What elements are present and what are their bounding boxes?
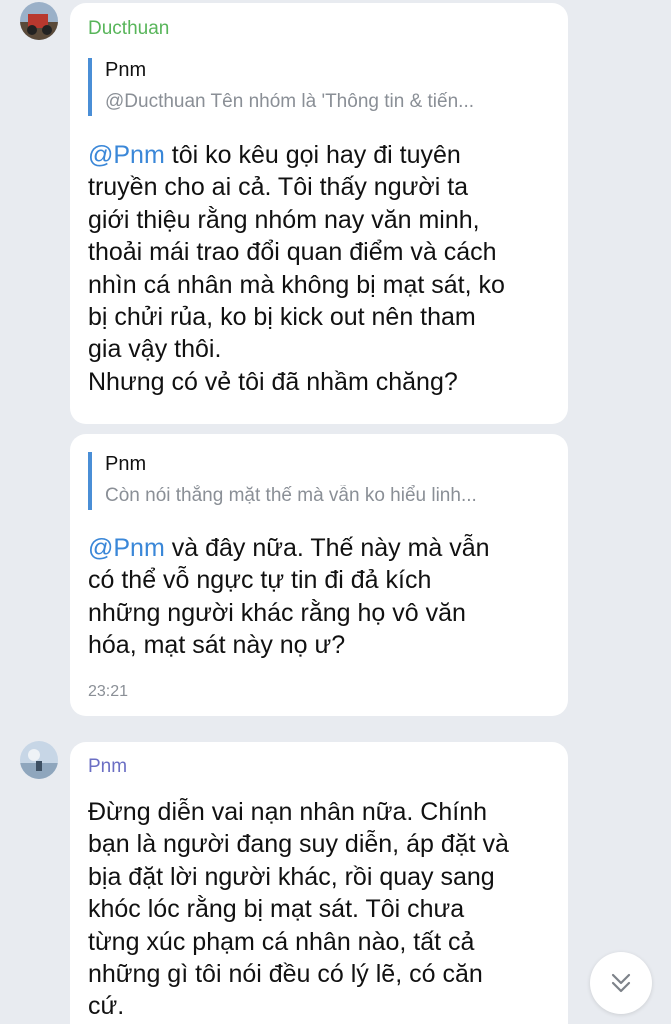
reply-author: Pnm [105, 453, 147, 475]
reply-quote[interactable]: Pnm Còn nói thẳng mặt thế mà vẫn ko hiểu… [88, 452, 538, 510]
message-line: có thể vỗ ngực tự tin đi đả kích [88, 566, 432, 595]
message-line: thoải mái trao đổi quan điểm và cách [88, 238, 497, 267]
message-line-text: tôi ko kêu gọi hay đi tuyên [164, 141, 461, 169]
message-bubble[interactable]: Ducthuan Pnm @Ducthuan Tên nhóm là 'Thôn… [70, 3, 568, 424]
reply-text: @Ducthuan Tên nhóm là 'Thông tin & tiến.… [105, 91, 474, 112]
message-line: khóc lóc rằng bị mạt sát. Tôi chưa [88, 895, 465, 924]
message-line: bịa đặt lời người khác, rồi quay sang [88, 862, 495, 891]
sender-name[interactable]: Pnm [88, 756, 127, 778]
message-bubble[interactable]: Pnm Còn nói thẳng mặt thế mà vẫn ko hiểu… [70, 434, 568, 716]
reply-text: Còn nói thẳng mặt thế mà vẫn ko hiểu lin… [105, 485, 477, 506]
message-line: bị chửi rủa, ko bị kick out nên tham [88, 303, 476, 332]
message-line: @Pnm và đây nữa. Thế này mà vẫn [88, 532, 558, 564]
sender-name[interactable]: Ducthuan [88, 18, 169, 40]
reply-quote[interactable]: Pnm @Ducthuan Tên nhóm là 'Thông tin & t… [88, 58, 538, 116]
scroll-down-button[interactable] [590, 952, 652, 1014]
message-text: Đừng diễn vai nạn nhân nữa. Chính bạn là… [88, 796, 558, 1023]
message-line: Nhưng có vẻ tôi đã nhầm chăng? [88, 367, 458, 396]
message-line: nhìn cá nhân mà không bị mạt sát, ko [88, 270, 505, 299]
message-line-text: và đây nữa. Thế này mà vẫn [164, 534, 490, 562]
message-line: truyền cho ai cả. Tôi thấy người ta [88, 173, 469, 202]
mention-link[interactable]: @Pnm [88, 141, 165, 169]
message-line: cứ. [88, 992, 125, 1021]
avatar-ducthuan[interactable] [20, 2, 58, 40]
double-chevron-down-icon [611, 973, 631, 993]
message-text: @Pnm tôi ko kêu gọi hay đi tuyên truyền … [88, 139, 558, 398]
message-line: giới thiệu rằng nhóm nay văn minh, [88, 205, 480, 234]
message-line: bạn là người đang suy diễn, áp đặt và [88, 830, 509, 859]
message-line: @Pnm tôi ko kêu gọi hay đi tuyên [88, 139, 558, 171]
mention-link[interactable]: @Pnm [88, 534, 165, 562]
message-line: hóa, mạt sát này nọ ư? [88, 631, 346, 660]
message-line: những người khác rằng họ vô văn [88, 598, 466, 627]
chat-view[interactable]: Ducthuan Pnm @Ducthuan Tên nhóm là 'Thôn… [0, 0, 671, 1024]
message-timestamp: 23:21 [88, 683, 129, 700]
message-line: từng xúc phạm cá nhân nào, tất cả [88, 927, 475, 956]
message-line: những gì tôi nói đều có lý lẽ, có căn [88, 960, 483, 989]
message-text: @Pnm và đây nữa. Thế này mà vẫn có thể v… [88, 532, 558, 662]
reply-author: Pnm [105, 59, 147, 81]
message-line: Đừng diễn vai nạn nhân nữa. Chính [88, 798, 488, 826]
avatar-pnm[interactable] [20, 741, 58, 779]
message-line: gia vậy thôi. [88, 335, 222, 364]
message-bubble[interactable]: Pnm Đừng diễn vai nạn nhân nữa. Chính bạ… [70, 742, 568, 1024]
